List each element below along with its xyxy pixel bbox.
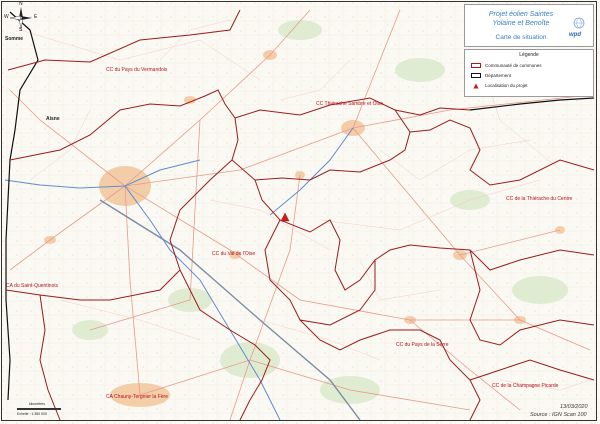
scale-bar: kilomètres Echelle : 1:350 000 xyxy=(15,402,65,420)
dept-label-somme: Somme xyxy=(5,36,24,42)
globe-icon xyxy=(573,17,585,29)
cc-label-pays-serre: CC du Pays de la Serre xyxy=(396,342,449,348)
legend-label: Communauté de communes xyxy=(485,63,542,68)
scale-ratio: Echelle : 1:350 000 xyxy=(17,412,47,416)
legend-symbol-departement xyxy=(471,73,481,78)
cc-label-champagne: CC de la Champagne Picarde xyxy=(492,383,559,389)
cc-label-thierache-centre: CC de la Thiérache du Centre xyxy=(506,196,573,202)
legend-item-projet: Localisation du projet xyxy=(471,82,528,89)
scale-bar-line xyxy=(17,408,61,410)
legend-label: Département xyxy=(485,73,512,78)
title-subtitle: Carte de situation xyxy=(495,34,547,41)
legend-symbol-cc xyxy=(471,63,481,68)
map-date: 13/03/2020 xyxy=(560,404,588,410)
legend-label: Localisation du projet xyxy=(485,83,528,88)
compass-s: S xyxy=(19,27,23,33)
triangle-icon xyxy=(471,83,481,89)
cc-label-saint-quentinois: CA du Saint-Quentinois xyxy=(6,283,58,289)
legend-box: Légende Communauté de communes Départeme… xyxy=(464,49,594,97)
title-line-2: Yolaine et Benoîte xyxy=(492,20,550,27)
cc-label-thierache-sambre: CC Thiérache Sambre et Oise xyxy=(316,101,383,107)
compass-rose: N S W E xyxy=(4,1,38,33)
title-line-1: Projet éolien Saintes xyxy=(488,11,554,18)
legend-item-departement: Département xyxy=(471,72,511,79)
map-view[interactable]: Somme Aisne CC du Pays du Vermandois CC … xyxy=(0,0,600,424)
wpd-logo: wpd xyxy=(569,16,587,38)
compass-w: W xyxy=(4,14,9,20)
dept-label-aisne: Aisne xyxy=(46,116,60,122)
cc-label-chauny: CA Chauny-Tergnier la Fère xyxy=(106,394,168,400)
logo-text: wpd xyxy=(569,32,581,38)
cc-label-val-oise: CC du Val de l'Oise xyxy=(212,251,256,257)
compass-e: E xyxy=(34,14,38,20)
compass-n: N xyxy=(19,1,23,7)
cc-label-vermandois: CC du Pays du Vermandois xyxy=(106,67,168,73)
title-box: Projet éolien Saintes Yolaine et Benoîte… xyxy=(464,4,594,47)
map-source: Source : IGN Scan 100 xyxy=(530,412,587,418)
legend-title: Légende xyxy=(519,52,539,58)
scale-unit: kilomètres xyxy=(29,402,45,406)
legend-item-cc: Communauté de communes xyxy=(471,62,542,69)
